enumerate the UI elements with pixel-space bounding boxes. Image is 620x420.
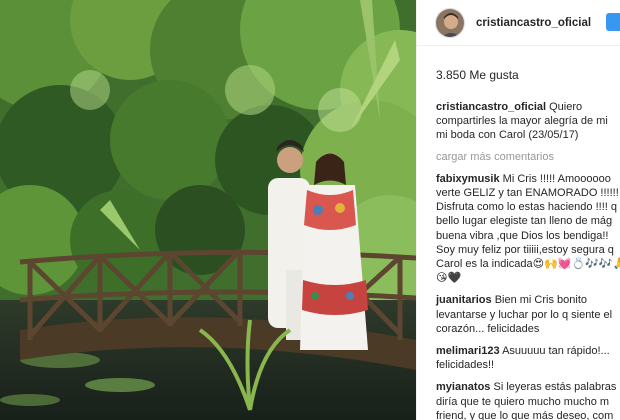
comment-username[interactable]: cristiancastro_oficial [436, 101, 546, 113]
post-photo[interactable] [0, 0, 416, 420]
likes-count[interactable]: 3.850 Me gusta [417, 46, 620, 100]
comment-username[interactable]: fabixymusik [436, 173, 500, 185]
wedding-couple-photo [0, 0, 416, 420]
comment-item: myianatos Si leyeras estás palabras dirí… [436, 381, 617, 420]
comment-item: juanitarios Bien mi Cris bonito levantar… [436, 294, 613, 335]
post-side-panel: cristiancastro_oficial 3.850 Me gusta cr… [416, 0, 620, 420]
profile-photo-icon [436, 8, 464, 37]
follow-button[interactable] [606, 13, 620, 31]
comment-username[interactable]: myianatos [436, 381, 490, 393]
comment-item: melimari123 Asuuuuu tan rápido!... felic… [436, 345, 610, 372]
comments-list: cristiancastro_oficial Quiero compartirl… [417, 100, 620, 420]
comment-item: fabixymusik Mi Cris !!!!! Amoooooo verte… [436, 172, 620, 285]
post-caption: cristiancastro_oficial Quiero compartirl… [436, 101, 608, 142]
comment-username[interactable]: melimari123 [436, 345, 500, 357]
comment-username[interactable]: juanitarios [436, 294, 492, 306]
load-more-comments-link[interactable]: cargar más comentarios [436, 150, 620, 164]
post-header: cristiancastro_oficial [417, 0, 620, 46]
username-link[interactable]: cristiancastro_oficial [476, 17, 591, 29]
avatar[interactable] [435, 7, 465, 38]
